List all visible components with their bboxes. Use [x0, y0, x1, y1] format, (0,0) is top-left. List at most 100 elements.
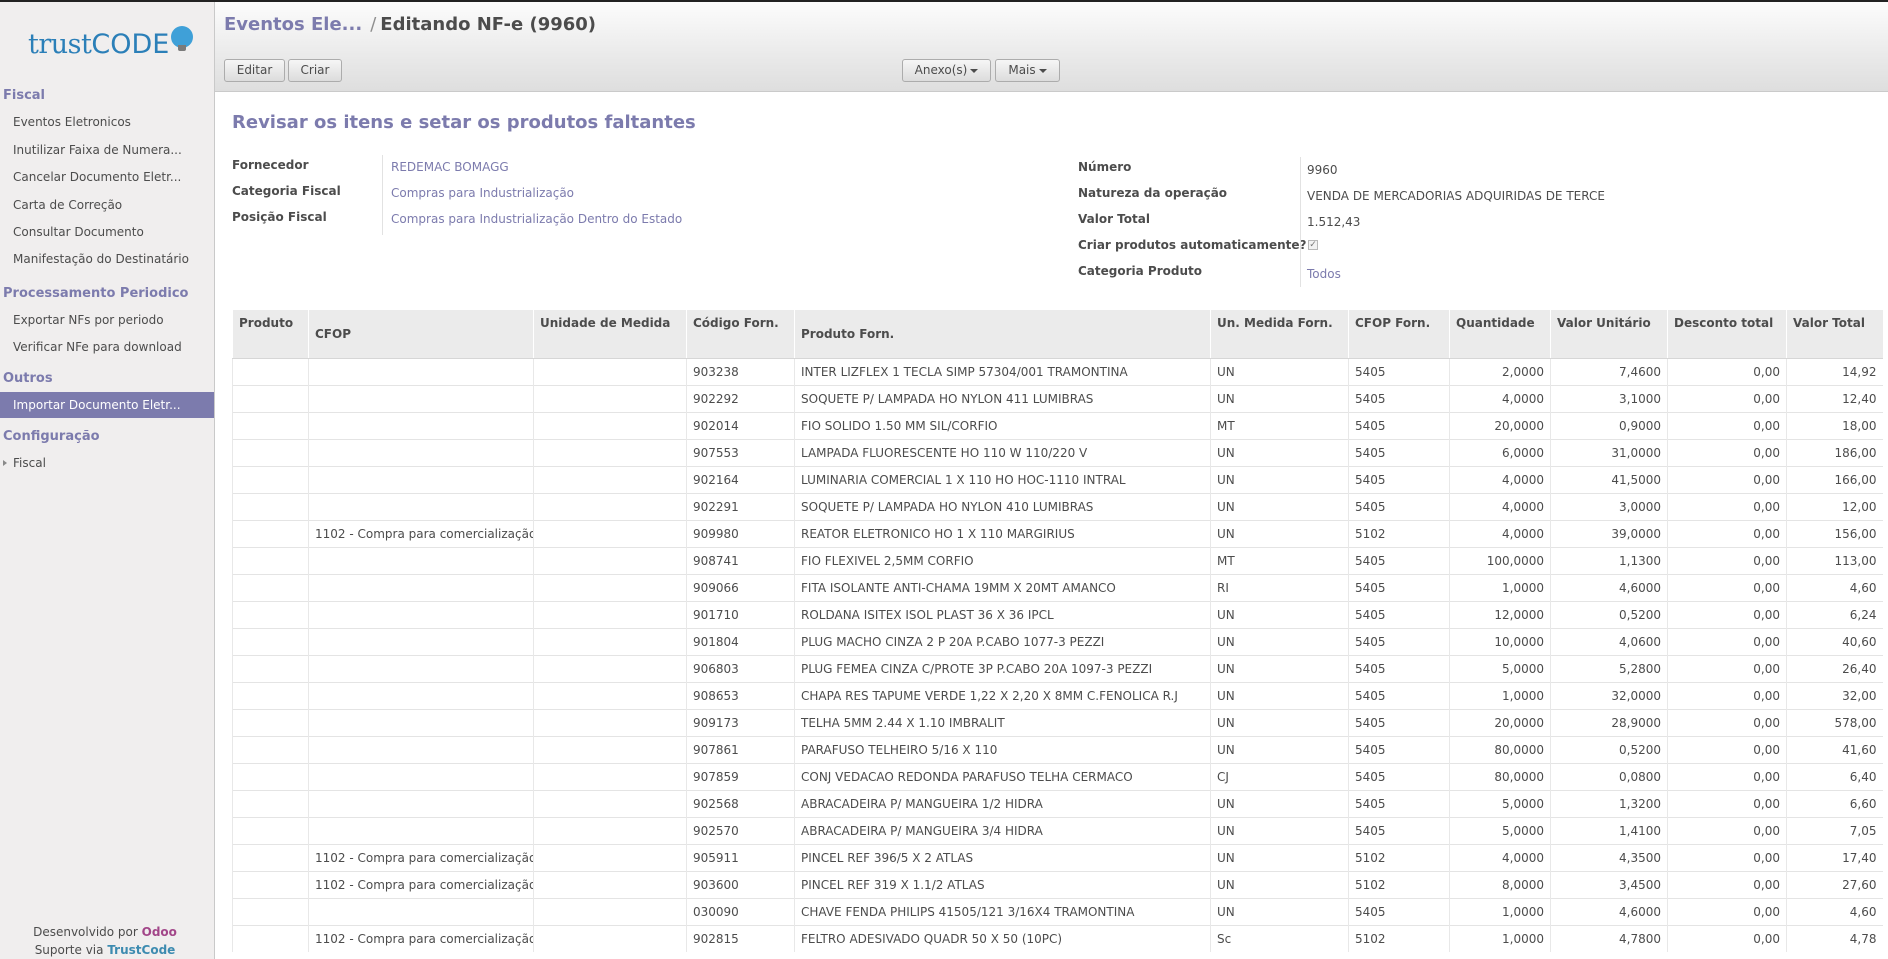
- field-valor-total[interactable]: 1.512,43: [1307, 215, 1360, 229]
- menu-item-exportar-nfs[interactable]: Exportar NFs por periodo: [0, 307, 214, 333]
- cell-valor-total[interactable]: 6,40: [1786, 763, 1883, 791]
- menu-item-manifestacao[interactable]: Manifestação do Destinatário: [0, 246, 214, 272]
- cell-codigo-forn[interactable]: 902014: [686, 412, 795, 440]
- cell-quantidade[interactable]: 1,0000: [1449, 898, 1551, 926]
- cell-quantidade[interactable]: 80,0000: [1449, 736, 1551, 764]
- cell-valor-total[interactable]: 113,00: [1786, 547, 1883, 575]
- cell-unidade-medida[interactable]: [533, 628, 687, 656]
- cell-quantidade[interactable]: 12,0000: [1449, 601, 1551, 629]
- table-row[interactable]: 909173 TELHA 5MM 2.44 X 1.10 IMBRALIT UN 54…: [232, 709, 1883, 737]
- cell-desconto-total[interactable]: 0,00: [1667, 682, 1787, 710]
- menu-item-config-fiscal[interactable]: Fiscal: [0, 450, 214, 476]
- cell-cfop[interactable]: [308, 574, 534, 602]
- cell-valor-total[interactable]: 4,78: [1786, 925, 1883, 952]
- cell-unidade-medida[interactable]: [533, 385, 687, 413]
- cell-produto[interactable]: [232, 466, 309, 494]
- cell-cfop[interactable]: 1102 - Compra para comercialização: [308, 844, 534, 872]
- cell-produto-forn[interactable]: ABRACADEIRA P/ MANGUEIRA 1/2 HIDRA: [794, 790, 1211, 818]
- col-header-produto-forn[interactable]: Produto Forn.: [794, 310, 1211, 359]
- cell-produto-forn[interactable]: CONJ VEDACAO REDONDA PARAFUSO TELHA CERM…: [794, 763, 1211, 791]
- cell-codigo-forn[interactable]: 906803: [686, 655, 795, 683]
- table-row[interactable]: 907553 LAMPADA FLUORESCENTE HO 110 W 110/…: [232, 439, 1883, 467]
- cell-codigo-forn[interactable]: 903238: [686, 358, 795, 386]
- cell-produto[interactable]: [232, 736, 309, 764]
- cell-un-medida-forn[interactable]: UN: [1210, 736, 1349, 764]
- table-row[interactable]: 908741 FIO FLEXIVEL 2,5MM CORFIO MT 5405 100…: [232, 547, 1883, 575]
- cell-valor-total[interactable]: 12,40: [1786, 385, 1883, 413]
- cell-valor-total[interactable]: 578,00: [1786, 709, 1883, 737]
- cell-un-medida-forn[interactable]: UN: [1210, 682, 1349, 710]
- cell-un-medida-forn[interactable]: UN: [1210, 466, 1349, 494]
- cell-cfop[interactable]: [308, 385, 534, 413]
- cell-valor-unitario[interactable]: 4,3500: [1550, 844, 1668, 872]
- cell-codigo-forn[interactable]: 902568: [686, 790, 795, 818]
- cell-valor-unitario[interactable]: 0,5200: [1550, 601, 1668, 629]
- table-row[interactable]: 906803 PLUG FEMEA CINZA C/PROTE 3P P.CABO…: [232, 655, 1883, 683]
- cell-codigo-forn[interactable]: 901804: [686, 628, 795, 656]
- breadcrumb-parent[interactable]: Eventos Ele...: [224, 14, 362, 35]
- cell-un-medida-forn[interactable]: Sc: [1210, 925, 1349, 952]
- attachments-dropdown[interactable]: Anexo(s): [902, 59, 991, 82]
- cell-codigo-forn[interactable]: 907553: [686, 439, 795, 467]
- cell-unidade-medida[interactable]: [533, 898, 687, 926]
- cell-produto[interactable]: [232, 520, 309, 548]
- cell-cfop[interactable]: 1102 - Compra para comercialização: [308, 520, 534, 548]
- cell-cfop-forn[interactable]: 5405: [1348, 385, 1450, 413]
- cell-valor-unitario[interactable]: 4,0600: [1550, 628, 1668, 656]
- table-row[interactable]: 030090 CHAVE FENDA PHILIPS 41505/121 3/16…: [232, 898, 1883, 926]
- cell-codigo-forn[interactable]: 907861: [686, 736, 795, 764]
- cell-codigo-forn[interactable]: 908653: [686, 682, 795, 710]
- cell-valor-total[interactable]: 26,40: [1786, 655, 1883, 683]
- table-row[interactable]: 907861 PARAFUSO TELHEIRO 5/16 X 110 UN 5405…: [232, 736, 1883, 764]
- cell-desconto-total[interactable]: 0,00: [1667, 709, 1787, 737]
- cell-quantidade[interactable]: 10,0000: [1449, 628, 1551, 656]
- cell-unidade-medida[interactable]: [533, 466, 687, 494]
- cell-unidade-medida[interactable]: [533, 412, 687, 440]
- cell-produto-forn[interactable]: SOQUETE P/ LAMPADA HO NYLON 411 LUMIBRAS: [794, 385, 1211, 413]
- cell-un-medida-forn[interactable]: UN: [1210, 601, 1349, 629]
- cell-unidade-medida[interactable]: [533, 601, 687, 629]
- cell-valor-unitario[interactable]: 1,3200: [1550, 790, 1668, 818]
- table-row[interactable]: 1102 - Compra para comercialização 903600…: [232, 871, 1883, 899]
- menu-item-cancelar-documento[interactable]: Cancelar Documento Eletr...: [0, 164, 214, 190]
- cell-produto-forn[interactable]: LAMPADA FLUORESCENTE HO 110 W 110/220 V: [794, 439, 1211, 467]
- cell-cfop-forn[interactable]: 5102: [1348, 925, 1450, 952]
- cell-valor-total[interactable]: 166,00: [1786, 466, 1883, 494]
- cell-valor-total[interactable]: 6,24: [1786, 601, 1883, 629]
- cell-unidade-medida[interactable]: [533, 682, 687, 710]
- cell-cfop-forn[interactable]: 5405: [1348, 439, 1450, 467]
- cell-desconto-total[interactable]: 0,00: [1667, 493, 1787, 521]
- cell-valor-total[interactable]: 27,60: [1786, 871, 1883, 899]
- cell-cfop-forn[interactable]: 5405: [1348, 763, 1450, 791]
- menu-item-importar-documento[interactable]: Importar Documento Eletr...: [0, 392, 214, 418]
- col-header-cfop-forn[interactable]: CFOP Forn.: [1348, 310, 1450, 359]
- cell-cfop[interactable]: [308, 547, 534, 575]
- col-header-valor-total[interactable]: Valor Total: [1786, 310, 1883, 359]
- cell-desconto-total[interactable]: 0,00: [1667, 817, 1787, 845]
- cell-valor-unitario[interactable]: 1,1300: [1550, 547, 1668, 575]
- cell-cfop[interactable]: [308, 466, 534, 494]
- cell-produto[interactable]: [232, 358, 309, 386]
- col-header-produto[interactable]: Produto: [232, 310, 309, 359]
- field-natureza-operacao[interactable]: VENDA DE MERCADORIAS ADQUIRIDAS DE TERCE: [1307, 189, 1605, 203]
- cell-valor-total[interactable]: 32,00: [1786, 682, 1883, 710]
- cell-valor-total[interactable]: 17,40: [1786, 844, 1883, 872]
- cell-cfop[interactable]: [308, 655, 534, 683]
- cell-un-medida-forn[interactable]: MT: [1210, 547, 1349, 575]
- cell-valor-unitario[interactable]: 3,4500: [1550, 871, 1668, 899]
- cell-valor-unitario[interactable]: 28,9000: [1550, 709, 1668, 737]
- cell-codigo-forn[interactable]: 909980: [686, 520, 795, 548]
- cell-un-medida-forn[interactable]: UN: [1210, 520, 1349, 548]
- cell-cfop-forn[interactable]: 5405: [1348, 628, 1450, 656]
- cell-un-medida-forn[interactable]: UN: [1210, 844, 1349, 872]
- create-button[interactable]: Criar: [288, 59, 342, 82]
- menu-item-consultar-documento[interactable]: Consultar Documento: [0, 219, 214, 245]
- cell-cfop[interactable]: [308, 763, 534, 791]
- cell-unidade-medida[interactable]: [533, 358, 687, 386]
- col-header-codigo-forn[interactable]: Código Forn.: [686, 310, 795, 359]
- cell-produto-forn[interactable]: CHAVE FENDA PHILIPS 41505/121 3/16X4 TRA…: [794, 898, 1211, 926]
- cell-cfop[interactable]: [308, 790, 534, 818]
- cell-cfop-forn[interactable]: 5405: [1348, 601, 1450, 629]
- cell-valor-total[interactable]: 6,60: [1786, 790, 1883, 818]
- cell-valor-total[interactable]: 4,60: [1786, 574, 1883, 602]
